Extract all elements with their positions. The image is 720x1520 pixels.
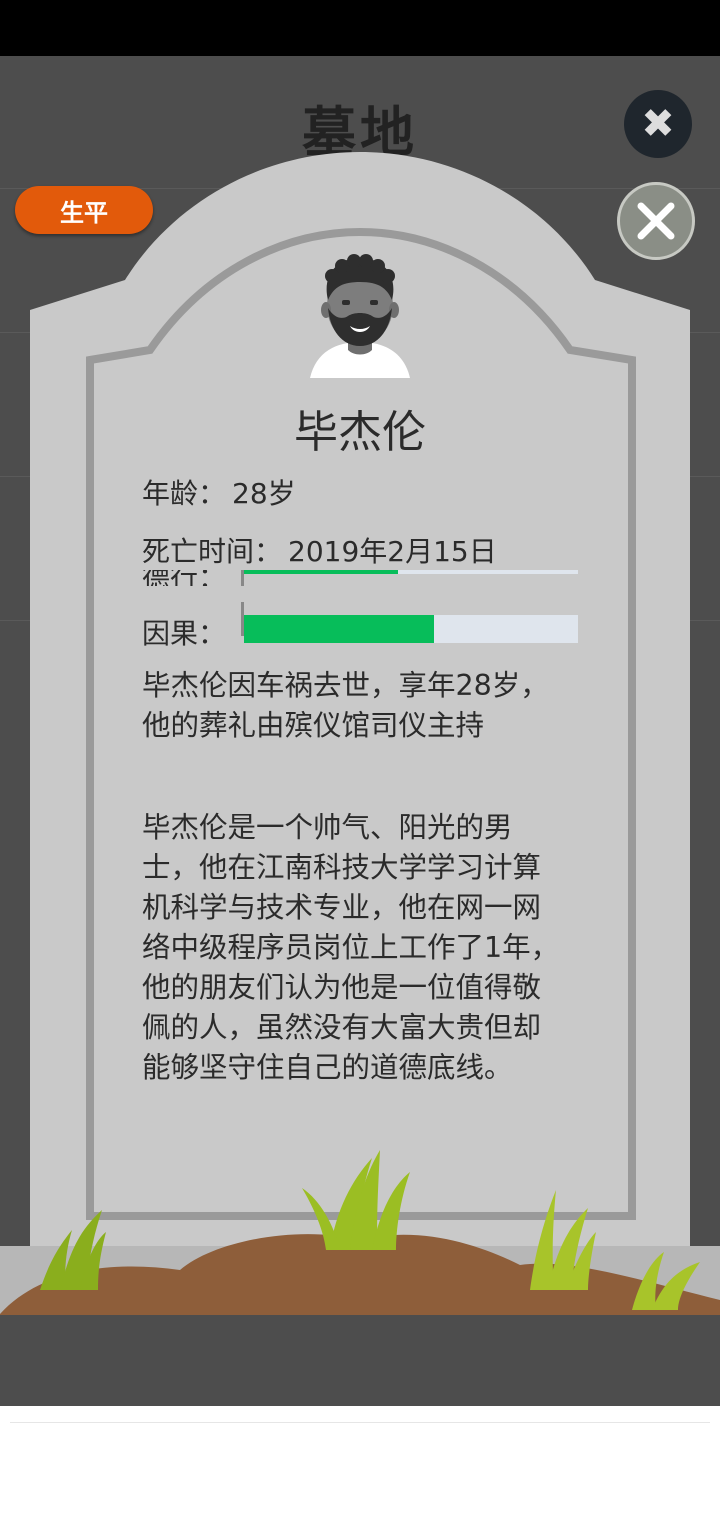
divider — [10, 1422, 710, 1423]
close-button[interactable] — [617, 182, 695, 260]
death-date-label: 死亡时间： — [142, 535, 283, 568]
virtue-bar-row: 德行： — [142, 570, 582, 586]
virtue-bar — [244, 570, 578, 574]
karma-bar-fill — [244, 615, 435, 643]
tab-label: 生平 — [60, 198, 108, 227]
close-icon — [637, 202, 675, 240]
cause-of-death-text: 毕杰伦因车祸去世，享年28岁，他的葬礼由殡仪馆司仪主持 — [142, 669, 549, 742]
tab-biography[interactable]: 生平 — [15, 186, 153, 234]
age-label: 年龄： — [142, 477, 227, 510]
age-value: 28岁 — [232, 477, 296, 510]
bottom-area — [0, 1406, 720, 1520]
karma-bar — [244, 615, 578, 643]
virtue-label: 德行： — [142, 570, 226, 586]
deceased-name: 毕杰伦 — [294, 407, 426, 458]
age-row: 年龄： 28岁 — [142, 472, 296, 512]
virtue-bar-fill — [244, 570, 398, 574]
bearded-man-avatar — [310, 254, 410, 378]
death-date-value: 2019年2月15日 — [288, 535, 497, 568]
status-bar — [0, 0, 720, 56]
death-date-row: 死亡时间： 2019年2月15日 — [142, 530, 497, 570]
karma-label: 因果： — [142, 617, 227, 650]
biography-text: 毕杰伦是一个帅气、阳光的男士，他在江南科技大学学习计算机科学与技术专业，他在网一… — [142, 811, 560, 1084]
